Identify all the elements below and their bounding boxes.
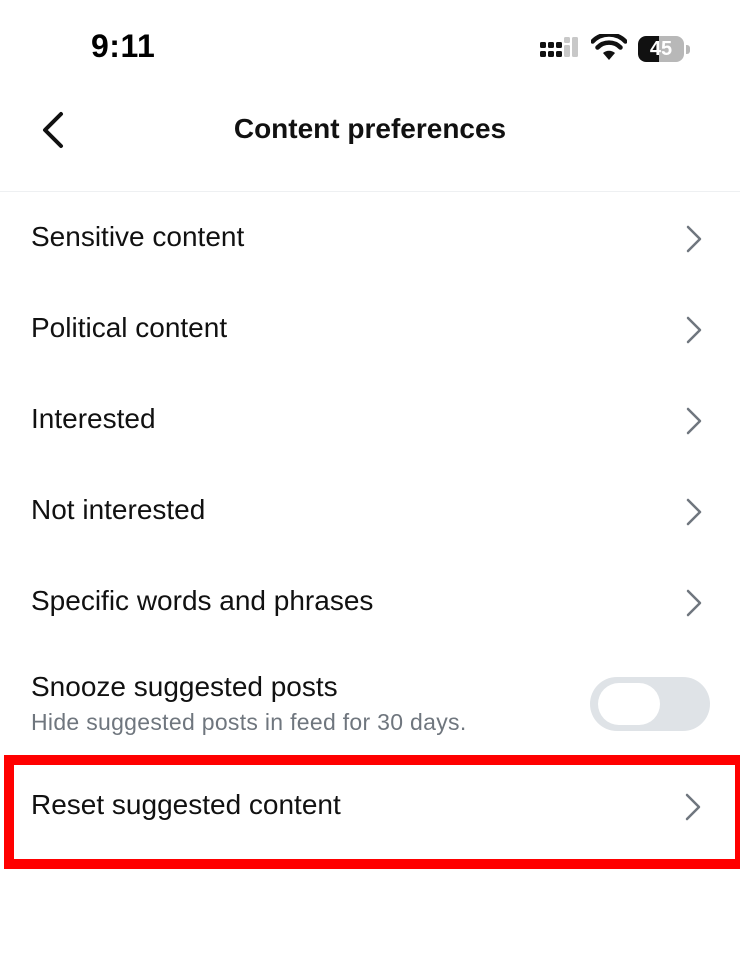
status-bar: 9:11 45 — [0, 0, 740, 95]
menu-item-label: Not interested — [31, 494, 206, 525]
menu-item-label: Specific words and phrases — [31, 585, 374, 616]
wifi-icon — [591, 34, 627, 60]
battery-level: 45 — [649, 38, 673, 60]
status-time: 9:11 — [91, 28, 156, 64]
reset-suggested-content-item[interactable]: Reset suggested content — [4, 755, 740, 869]
reset-label: Reset suggested content — [31, 789, 341, 820]
battery-icon: 45 — [638, 36, 690, 64]
page-title: Content preferences — [233, 113, 507, 144]
snooze-toggle[interactable] — [590, 677, 710, 731]
toggle-knob — [598, 683, 660, 725]
snooze-title: Snooze suggested posts — [31, 671, 338, 702]
chevron-right-icon — [686, 225, 702, 253]
chevron-right-icon — [685, 793, 701, 821]
menu-item-political-content[interactable]: Political content — [0, 283, 740, 374]
menu-item-specific-words[interactable]: Specific words and phrases — [0, 556, 740, 647]
chevron-right-icon — [686, 498, 702, 526]
menu-item-label: Sensitive content — [31, 221, 245, 252]
chevron-right-icon — [686, 589, 702, 617]
snooze-subtitle: Hide suggested posts in feed for 30 days… — [31, 709, 467, 735]
menu-item-sensitive-content[interactable]: Sensitive content — [0, 192, 740, 283]
chevron-right-icon — [686, 316, 702, 344]
menu-item-not-interested[interactable]: Not interested — [0, 465, 740, 556]
snooze-suggested-posts-row: Snooze suggested posts Hide suggested po… — [0, 646, 740, 750]
preferences-list: Sensitive content Political content Inte… — [0, 192, 740, 647]
chevron-right-icon — [686, 407, 702, 435]
menu-item-label: Interested — [31, 403, 156, 434]
menu-item-label: Political content — [31, 312, 228, 343]
signal-icon — [540, 37, 578, 57]
nav-header: Content preferences — [0, 95, 740, 192]
menu-item-interested[interactable]: Interested — [0, 374, 740, 465]
